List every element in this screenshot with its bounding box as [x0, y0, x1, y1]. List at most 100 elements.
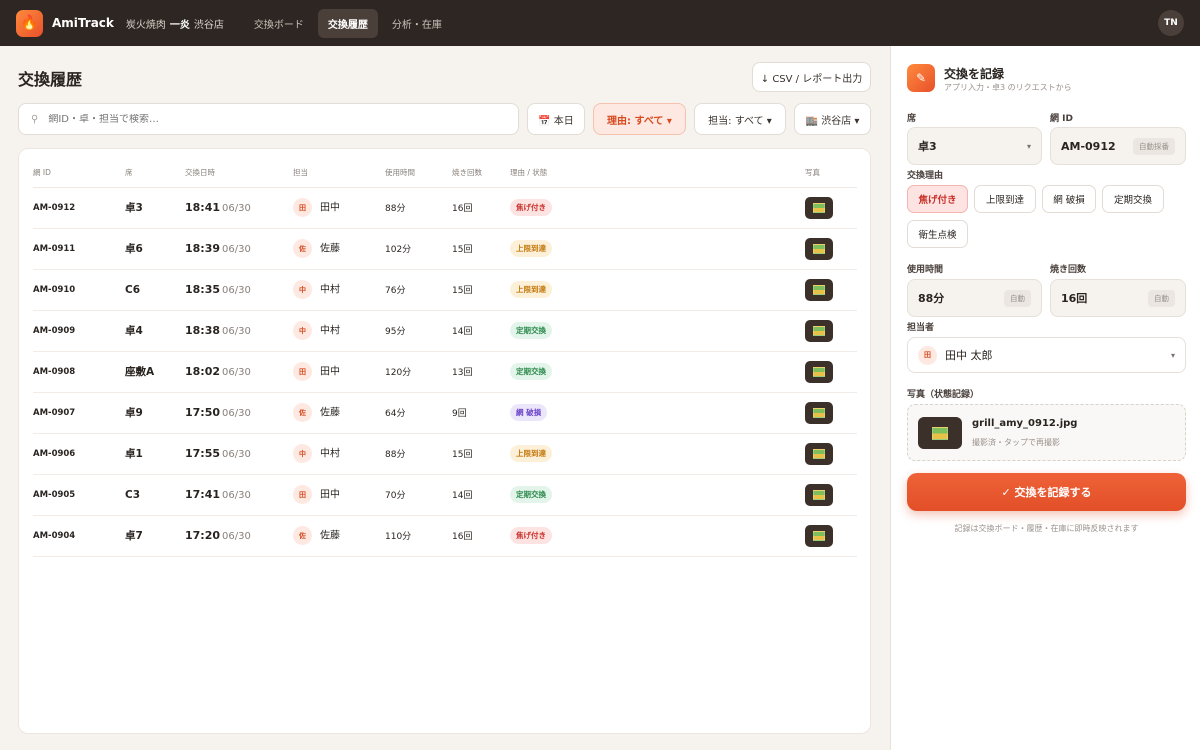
- table-row[interactable]: AM-0906 卓1 17:55 06/30 中中村 88分 15回 上限到達: [33, 433, 857, 475]
- table-row[interactable]: AM-0912 卓3 18:41 06/30 田田中 88分 16回 焦げ付き: [33, 187, 857, 229]
- tab-analytics-stock[interactable]: 分析・在庫: [382, 9, 452, 38]
- net-id-cell: AM-0908: [33, 351, 125, 393]
- col-usage: 使用時間: [385, 159, 452, 188]
- reason-label: 交換理由: [907, 171, 944, 181]
- usage-field: 88分 自動: [907, 279, 1042, 317]
- store-filter-button[interactable]: 🏬 渋谷店 ▾: [794, 103, 871, 135]
- form-title: 交換を記録: [944, 67, 1005, 81]
- table-row[interactable]: AM-0911 卓6 18:39 06/30 佐佐藤 102分 15回 上限到達: [33, 228, 857, 270]
- status-badge: 焦げ付き: [510, 527, 552, 544]
- photo-thumbnail-button[interactable]: [805, 237, 833, 260]
- count-cell: 15回: [452, 433, 510, 475]
- search-input[interactable]: [48, 113, 469, 125]
- photo-thumbnail-button[interactable]: [805, 319, 833, 342]
- photo-thumbnail-button[interactable]: [805, 524, 833, 547]
- reason-chip-burnt[interactable]: 焦げ付き: [907, 185, 968, 213]
- col-staff: 担当: [293, 159, 385, 188]
- usage-cell: 64分: [385, 392, 452, 434]
- reason-chip-hygiene[interactable]: 衛生点検: [907, 220, 968, 248]
- usage-cell: 110分: [385, 515, 452, 557]
- table-row[interactable]: AM-0907 卓9 17:50 06/30 佐佐藤 64分 9回網 破損: [33, 392, 857, 434]
- usage-cell: 88分: [385, 433, 452, 475]
- datetime-cell: 18:39 06/30: [185, 228, 293, 270]
- count-cell: 15回: [452, 228, 510, 270]
- seat-cell: 卓3: [125, 187, 185, 229]
- submit-record-button[interactable]: ✓ 交換を記録する: [907, 473, 1186, 511]
- datetime-cell: 18:02 06/30: [185, 351, 293, 393]
- count-cell: 9回: [452, 392, 510, 434]
- count-cell: 16回: [452, 187, 510, 229]
- avatar: 佐: [293, 403, 312, 422]
- tab-exchange-history[interactable]: 交換履歴: [317, 8, 378, 38]
- record-form-panel: ✎ 交換を記録 アプリ入力・卓3 のリクエストから 席 卓3 ▾ 網 ID AM-…: [890, 46, 1200, 750]
- photo-cell: [805, 187, 857, 229]
- datetime-cell: 18:38 06/30: [185, 310, 293, 352]
- seat-select[interactable]: 卓3 ▾: [907, 127, 1042, 165]
- avatar: 佐: [293, 239, 312, 258]
- image-icon: [813, 284, 825, 295]
- photo-thumbnail-button[interactable]: [805, 196, 833, 219]
- photo-thumbnail-button[interactable]: [805, 401, 833, 424]
- image-icon: [813, 448, 825, 459]
- status-badge: 上限到達: [510, 445, 552, 462]
- image-icon: [813, 366, 825, 377]
- photo-cell: [805, 392, 857, 434]
- staff-select[interactable]: 田田中 太郎 ▾: [907, 337, 1186, 373]
- staff-filter-button[interactable]: 担当: すべて ▾: [694, 103, 786, 135]
- photo-thumbnail-button[interactable]: [805, 442, 833, 465]
- avatar: 田: [918, 345, 937, 365]
- status-badge: 定期交換: [510, 322, 552, 339]
- count-cell: 16回: [452, 515, 510, 557]
- usage-cell: 120分: [385, 351, 452, 393]
- photo-cell: [805, 269, 857, 311]
- photo-thumbnail-button[interactable]: [805, 360, 833, 383]
- table-row[interactable]: AM-0909 卓4 18:38 06/30 中中村 95分 14回 定期交換: [33, 310, 857, 352]
- shop-name: 炭火焼肉 一炎 渋谷店: [125, 19, 224, 31]
- photo-cell: [805, 515, 857, 557]
- photo-thumbnail-button[interactable]: [805, 278, 833, 301]
- search-box[interactable]: ⚲: [18, 103, 519, 135]
- export-csv-button[interactable]: ↓ CSV / レポート出力: [752, 62, 871, 92]
- col-datetime: 交換日時: [185, 159, 293, 188]
- avatar: 田: [293, 362, 312, 381]
- chevron-down-icon: ▾: [1170, 350, 1175, 360]
- table-row[interactable]: AM-0905 C3 17:41 06/30 田田中 70分 14回 定期交換: [33, 474, 857, 516]
- usage-cell: 102分: [385, 228, 452, 270]
- net-id-field: AM-0912 自動採番: [1050, 127, 1186, 165]
- reason-filter-button[interactable]: 理由: すべて ▾: [593, 103, 686, 135]
- form-footnote: 記録は交換ボード・履歴・在庫に即時反映されます: [954, 524, 1139, 533]
- usage-cell: 76分: [385, 269, 452, 311]
- table-row[interactable]: AM-0910 C6 18:35 06/30 中中村 76分 15回 上限到達: [33, 269, 857, 311]
- reason-chip-broken[interactable]: 網 破損: [1042, 185, 1096, 213]
- col-net-id: 網 ID: [33, 159, 125, 188]
- table-row[interactable]: AM-0904 卓7 17:20 06/30 佐佐藤 110分 16回 焦げ付き: [33, 515, 857, 557]
- count-cell: 13回: [452, 351, 510, 393]
- date-filter-button[interactable]: 📅 本日: [527, 103, 585, 135]
- search-icon: ⚲: [31, 113, 39, 125]
- auto-tag: 自動: [1004, 289, 1031, 307]
- image-icon: [813, 530, 825, 541]
- image-icon: [813, 325, 825, 336]
- seat-cell: 座敷A: [125, 351, 185, 393]
- reason-chip-limit[interactable]: 上限到達: [974, 185, 1036, 213]
- image-icon: [932, 426, 948, 440]
- table-row[interactable]: AM-0908 座敷A 18:02 06/30 田田中 120分 13回 定期交換: [33, 351, 857, 393]
- photo-thumbnail-button[interactable]: [805, 483, 833, 506]
- status-badge: 網 破損: [510, 404, 548, 421]
- photo-upload[interactable]: grill_amy_0912.jpg 撮影済・タップで再撮影: [907, 404, 1186, 461]
- status-badge: 定期交換: [510, 363, 552, 380]
- seat-cell: C3: [125, 474, 185, 516]
- datetime-cell: 17:55 06/30: [185, 433, 293, 475]
- col-reason: 理由 / 状態: [510, 159, 805, 188]
- reason-chip-periodic[interactable]: 定期交換: [1102, 185, 1164, 213]
- fire-icon: 🔥: [16, 9, 43, 37]
- count-label: 焼き回数: [1050, 265, 1087, 275]
- image-icon: [813, 407, 825, 418]
- photo-filename: grill_amy_0912.jpg: [972, 418, 1078, 429]
- usage-cell: 70分: [385, 474, 452, 516]
- reason-cell: 定期交換: [510, 474, 805, 516]
- user-avatar[interactable]: TN: [1158, 10, 1184, 36]
- staff-cell: 田田中: [293, 351, 385, 393]
- tab-exchange-board[interactable]: 交換ボード: [244, 9, 314, 38]
- photo-note: 撮影済・タップで再撮影: [972, 438, 1060, 447]
